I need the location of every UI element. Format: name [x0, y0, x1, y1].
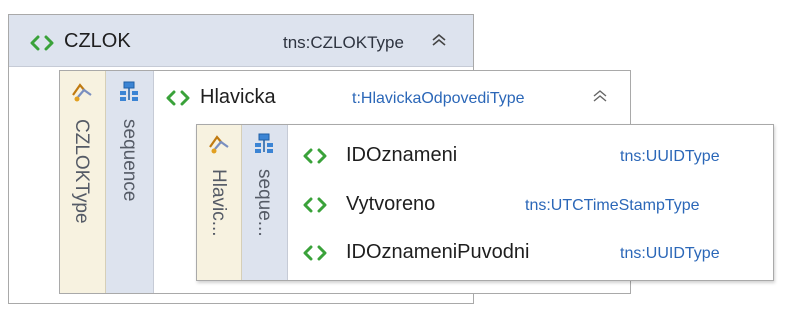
element-tag-icon — [303, 245, 327, 261]
complex-type-icon — [72, 83, 92, 102]
czlok-element-name: CZLOK — [64, 30, 131, 52]
hlavicka-element-type: t:HlavickaOdpovediType — [352, 90, 525, 107]
element-name: Vytvoreno — [346, 193, 436, 215]
element-tag-icon — [166, 90, 190, 106]
sequence-icon — [120, 81, 138, 101]
element-tag-icon — [303, 197, 327, 213]
hlavicka-type-strip[interactable]: Hlavic... — [197, 125, 242, 280]
hlavicka-element-name: Hlavicka — [200, 86, 276, 108]
element-type: tns:UUIDType — [620, 148, 720, 165]
sequence-strip[interactable]: sequence — [106, 71, 154, 293]
element-type: tns:UTCTimeStampType — [525, 197, 700, 214]
element-type: tns:UUIDType — [620, 245, 720, 262]
element-tag-icon — [30, 35, 54, 51]
element-name: IDOznameni — [346, 144, 458, 166]
element-row[interactable]: IDOznameniPuvodni tns:UUIDType — [289, 229, 773, 277]
sequence-label: sequence — [119, 119, 140, 202]
element-tag-icon — [303, 148, 327, 164]
sequence-strip[interactable]: seque... — [242, 125, 288, 280]
czloktype-label: CZLOKType — [71, 119, 92, 224]
sequence-label: seque... — [254, 169, 275, 237]
czlok-element-type: tns:CZLOKType — [283, 33, 404, 52]
collapse-chevron-icon[interactable] — [431, 33, 447, 52]
sequence-icon — [255, 133, 273, 153]
complex-type-icon — [209, 135, 229, 154]
collapse-chevron-icon[interactable] — [592, 89, 608, 108]
element-name: IDOznameniPuvodni — [346, 241, 530, 263]
hlavicka-type-label: Hlavic... — [208, 169, 229, 237]
czloktype-type-strip[interactable]: CZLOKType — [60, 71, 106, 293]
element-row[interactable]: IDOznameni tns:UUIDType — [289, 133, 773, 181]
element-row[interactable]: Vytvoreno tns:UTCTimeStampType — [289, 181, 773, 229]
